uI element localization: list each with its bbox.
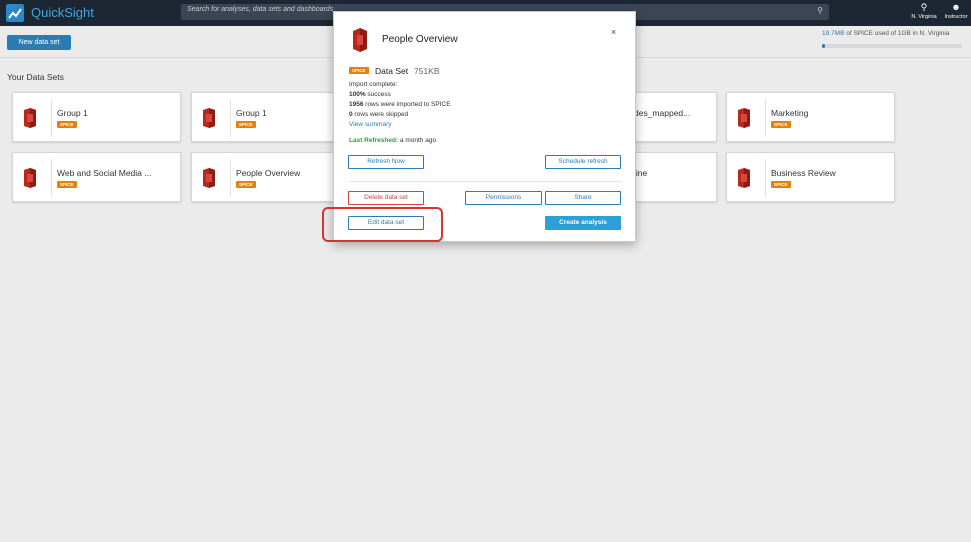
spice-usage-fill <box>822 44 825 48</box>
last-refreshed-label: Last Refreshed: <box>349 137 399 144</box>
last-refreshed-value: a month ago <box>398 137 437 144</box>
location-pin-icon: ⚲ <box>920 2 928 12</box>
spice-usage-bar <box>822 44 962 48</box>
dataset-name: Business Review <box>771 168 836 178</box>
dataset-icon <box>353 28 367 52</box>
delete-dataset-button[interactable]: Delete data set <box>348 191 424 205</box>
refresh-now-button[interactable]: Refresh Now <box>348 155 424 169</box>
dataset-icon <box>24 168 36 188</box>
dataset-card[interactable]: Marketing SPICE <box>726 92 895 142</box>
dataset-label: Data Set <box>375 66 409 76</box>
dataset-name: Group 1 <box>236 108 267 118</box>
create-analysis-button[interactable]: Create analysis <box>545 216 621 230</box>
search-icon[interactable]: ⚲ <box>817 6 823 15</box>
spice-badge: SPICE <box>236 181 256 188</box>
import-status: Import complete: <box>349 81 398 88</box>
rows-imported: 1956 rows were imported to SPICE <box>349 101 451 108</box>
dataset-icon <box>24 108 36 128</box>
app-title[interactable]: QuickSight <box>31 5 94 20</box>
section-title: Your Data Sets <box>7 72 64 82</box>
new-dataset-button[interactable]: New data set <box>7 35 71 50</box>
spice-usage-rest: of SPICE used of 1GB in N. Virginia <box>844 30 950 37</box>
close-icon[interactable]: × <box>611 27 616 37</box>
card-separator <box>765 99 766 137</box>
user-icon: ☻ <box>951 2 961 12</box>
import-success: 100% success <box>349 91 391 98</box>
spice-used-amount: 19.7MB <box>822 30 845 37</box>
dataset-icon <box>738 168 750 188</box>
success-text: success <box>365 91 391 98</box>
user-label: Instructor <box>944 14 968 20</box>
dataset-name-partial: des_mapped... <box>634 108 691 118</box>
card-separator <box>230 159 231 197</box>
card-separator <box>51 99 52 137</box>
region-selector[interactable]: ⚲ N. Virginia <box>909 2 939 21</box>
permissions-button[interactable]: Permissions <box>465 191 542 205</box>
user-menu[interactable]: ☻ Instructor <box>941 2 971 21</box>
search-placeholder[interactable]: Search for analyses, data sets and dashb… <box>187 6 333 13</box>
dataset-card[interactable]: Group 1 SPICE <box>12 92 181 142</box>
dataset-name: Marketing <box>771 108 809 118</box>
spice-badge: SPICE <box>771 181 791 188</box>
view-summary-link[interactable]: View summary <box>349 121 392 128</box>
modal-divider <box>349 181 622 182</box>
dataset-icon <box>203 168 215 188</box>
modal-title: People Overview <box>382 34 458 45</box>
quicksight-logo-icon[interactable] <box>6 4 24 22</box>
card-separator <box>51 159 52 197</box>
spice-badge: SPICE <box>236 121 256 128</box>
highlight-annotation <box>322 207 443 242</box>
rows-skipped: 0 rows were skipped <box>349 111 408 118</box>
card-separator <box>230 99 231 137</box>
card-separator <box>765 159 766 197</box>
dataset-size: 751KB <box>414 66 440 76</box>
rows-imported-value: 1956 <box>349 101 364 108</box>
spice-badge: SPICE <box>771 121 791 128</box>
region-label: N. Virginia <box>911 14 937 20</box>
dataset-name: Web and Social Media ... <box>57 168 152 178</box>
spice-badge: SPICE <box>57 121 77 128</box>
dataset-card[interactable]: Web and Social Media ... SPICE <box>12 152 181 202</box>
success-value: 100% <box>349 91 366 98</box>
spice-usage-text: 19.7MB of SPICE used of 1GB in N. Virgin… <box>822 30 949 37</box>
rows-skipped-text: rows were skipped <box>352 111 409 118</box>
dataset-name: People Overview <box>236 168 301 178</box>
dataset-icon <box>738 108 750 128</box>
spice-badge: SPICE <box>57 181 77 188</box>
dataset-name: Group 1 <box>57 108 88 118</box>
dataset-card[interactable]: Business Review SPICE <box>726 152 895 202</box>
spice-badge: SPICE <box>349 67 369 74</box>
share-button[interactable]: Share <box>545 191 621 205</box>
schedule-refresh-button[interactable]: Schedule refresh <box>545 155 621 169</box>
dataset-icon <box>203 108 215 128</box>
rows-imported-text: rows were imported to SPICE <box>363 101 451 108</box>
last-refreshed: Last Refreshed: a month ago <box>349 137 436 144</box>
